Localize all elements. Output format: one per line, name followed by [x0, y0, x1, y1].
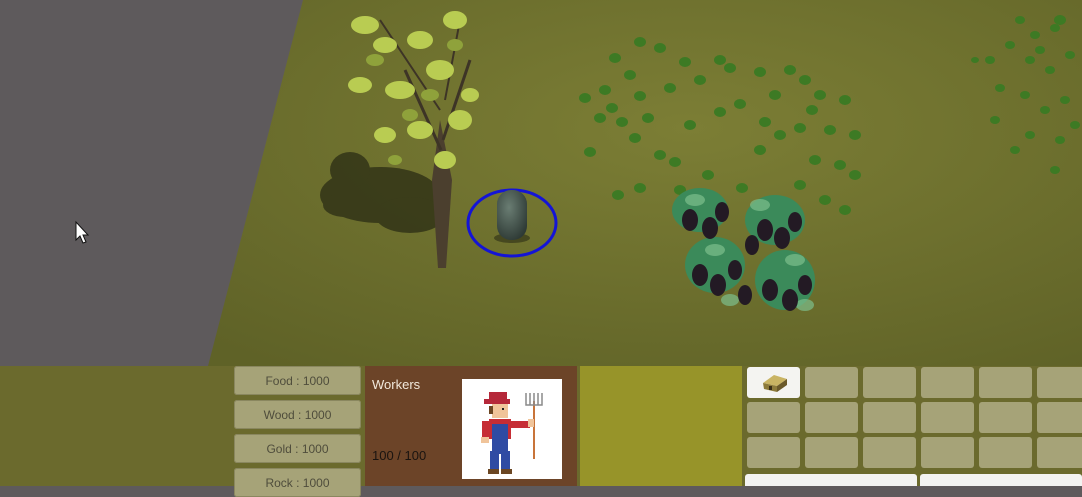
gold-resource-button[interactable]: Gold : 1000: [234, 434, 361, 463]
info-panel: [580, 366, 742, 486]
game-viewport[interactable]: [0, 0, 1082, 366]
build-slot[interactable]: [921, 402, 974, 433]
build-slot[interactable]: [863, 437, 916, 468]
build-slot[interactable]: [1037, 437, 1082, 468]
bottom-action-bar-left[interactable]: [745, 474, 917, 486]
build-slot[interactable]: [1037, 402, 1082, 433]
build-slot[interactable]: [979, 367, 1032, 398]
unit-name: Workers: [372, 377, 421, 392]
build-slot[interactable]: [921, 437, 974, 468]
selected-unit-panel: Workers 100 / 100: [365, 366, 577, 486]
build-slot[interactable]: [747, 402, 800, 433]
food-resource-button[interactable]: Food : 1000: [234, 366, 361, 395]
build-slot[interactable]: [863, 402, 916, 433]
build-slot[interactable]: [747, 437, 800, 468]
build-slot[interactable]: [921, 367, 974, 398]
bottom-action-bar-right[interactable]: [920, 474, 1082, 486]
wood-resource-button[interactable]: Wood : 1000: [234, 400, 361, 429]
unit-portrait: [462, 379, 562, 479]
hud-panel: Food : 1000 Wood : 1000 Gold : 1000 Rock…: [0, 366, 1082, 497]
build-menu-grid: [744, 366, 1082, 486]
build-slot[interactable]: [863, 367, 916, 398]
unit-health: 100 / 100: [372, 448, 427, 463]
rock-resource-button[interactable]: Rock : 1000: [234, 468, 361, 497]
build-slot[interactable]: [805, 437, 858, 468]
farmer-with-pitchfork-icon: [481, 392, 543, 474]
build-slot[interactable]: [979, 437, 1032, 468]
build-slot[interactable]: [805, 367, 858, 398]
build-slot[interactable]: [805, 402, 858, 433]
build-slot[interactable]: [979, 402, 1032, 433]
build-house-button[interactable]: [747, 367, 800, 398]
house-icon: [763, 375, 787, 392]
build-slot[interactable]: [1037, 367, 1082, 398]
